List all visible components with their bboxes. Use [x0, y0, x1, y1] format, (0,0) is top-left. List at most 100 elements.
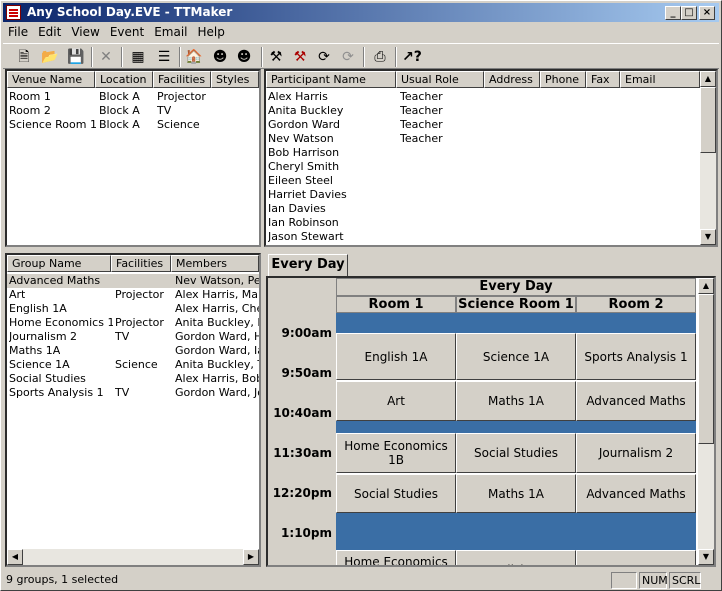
room-header[interactable]: Science Room 1: [456, 296, 576, 313]
group-row-selected[interactable]: Advanced Maths Nev Watson, Pete: [7, 274, 259, 288]
participant-row[interactable]: Ian Robinson: [266, 216, 700, 230]
new-file-icon[interactable]: 🗎: [13, 46, 35, 68]
groups-hscrollbar[interactable]: ◀ ▶: [7, 549, 259, 565]
class-slot[interactable]: Science 1A: [456, 333, 576, 380]
free-period: [336, 421, 696, 433]
participant-row[interactable]: Gordon Ward Teacher: [266, 118, 700, 132]
clear-tools-icon[interactable]: ⚒: [289, 46, 311, 68]
group-icon[interactable]: ☻: [233, 46, 255, 68]
delete-icon[interactable]: ✕: [95, 46, 117, 68]
participant-name: Eileen Steel: [268, 174, 333, 187]
class-slot[interactable]: Maths 1A: [456, 474, 576, 513]
scroll-down-icon[interactable]: ▼: [698, 549, 714, 565]
col-group-name[interactable]: Group Name: [7, 255, 111, 272]
room-header[interactable]: Room 1: [336, 296, 456, 313]
col-members[interactable]: Members: [171, 255, 259, 272]
col-fax[interactable]: Fax: [586, 71, 620, 88]
tab-every-day[interactable]: Every Day: [268, 254, 348, 276]
menu-help[interactable]: Help: [193, 23, 230, 42]
class-slot[interactable]: English 1A: [336, 333, 456, 380]
group-row[interactable]: Maths 1A Gordon Ward, Iar: [7, 344, 259, 358]
group-row[interactable]: Journalism 2 TV Gordon Ward, Ha: [7, 330, 259, 344]
group-facilities: Projector: [115, 316, 164, 329]
print-icon[interactable]: ⎙: [369, 46, 391, 68]
participants-scrollbar[interactable]: ▲ ▼: [700, 71, 716, 245]
participant-row[interactable]: Anita Buckley Teacher: [266, 104, 700, 118]
room-header[interactable]: Room 2: [576, 296, 696, 313]
timetable-grid-icon[interactable]: ▦: [127, 46, 149, 68]
participant-row[interactable]: Jason Stewart: [266, 230, 700, 244]
group-row[interactable]: English 1A Alex Harris, Chery: [7, 302, 259, 316]
scroll-up-icon[interactable]: ▲: [698, 278, 714, 294]
group-row[interactable]: Home Economics 1B Projector Anita Buckley,…: [7, 316, 259, 330]
venue-row[interactable]: Science Room 1 Block A Science: [7, 118, 259, 132]
col-participant-name[interactable]: Participant Name: [266, 71, 396, 88]
help-pointer-icon[interactable]: ↗?: [401, 46, 423, 68]
participant-row[interactable]: Cheryl Smith: [266, 160, 700, 174]
class-slot[interactable]: Home Economics 1B: [336, 433, 456, 473]
venue-icon[interactable]: 🏠: [183, 46, 205, 68]
scroll-thumb[interactable]: [698, 294, 714, 444]
class-slot[interactable]: Advanced Maths: [576, 381, 696, 421]
open-folder-icon[interactable]: 📂: [39, 46, 61, 68]
col-group-facilities[interactable]: Facilities: [111, 255, 171, 272]
scroll-up-icon[interactable]: ▲: [700, 71, 716, 87]
scroll-down-icon[interactable]: ▼: [700, 229, 716, 245]
class-slot[interactable]: Art: [336, 381, 456, 421]
maximize-button[interactable]: □: [681, 6, 697, 20]
class-slot[interactable]: Home Economics: [336, 550, 456, 565]
scroll-right-icon[interactable]: ▶: [243, 549, 259, 565]
col-styles[interactable]: Styles: [211, 71, 259, 88]
close-button[interactable]: ×: [699, 6, 715, 20]
col-email[interactable]: Email: [620, 71, 700, 88]
tools-icon[interactable]: ⚒: [265, 46, 287, 68]
participant-icon[interactable]: ☻: [209, 46, 231, 68]
participant-row[interactable]: Nev Watson Teacher: [266, 132, 700, 146]
participant-row[interactable]: Ian Davies: [266, 202, 700, 216]
class-slot[interactable]: Social Studies: [336, 474, 456, 513]
class-slot[interactable]: Maths 1A: [456, 381, 576, 421]
col-venue-name[interactable]: Venue Name: [7, 71, 95, 88]
col-facilities[interactable]: Facilities: [153, 71, 211, 88]
save-icon[interactable]: 💾: [65, 46, 87, 68]
participant-row[interactable]: Harriet Davies: [266, 188, 700, 202]
class-slot[interactable]: Social Studies: [456, 433, 576, 473]
status-bar: 9 groups, 1 selected NUM SCRL: [3, 571, 719, 590]
menu-event[interactable]: Event: [105, 23, 149, 42]
group-row[interactable]: Social Studies Alex Harris, Bob H: [7, 372, 259, 386]
participant-name: Nev Watson: [268, 132, 334, 145]
col-usual-role[interactable]: Usual Role: [396, 71, 484, 88]
menu-email[interactable]: Email: [149, 23, 192, 42]
menu-edit[interactable]: Edit: [33, 23, 66, 42]
group-row[interactable]: Sports Analysis 1 TV Gordon Ward, Joh: [7, 386, 259, 400]
col-address[interactable]: Address: [484, 71, 540, 88]
group-row[interactable]: Art Projector Alex Harris, Mary: [7, 288, 259, 302]
class-slot[interactable]: Advanced Maths: [576, 474, 696, 513]
list-view-icon[interactable]: ☰: [153, 46, 175, 68]
menu-view[interactable]: View: [66, 23, 104, 42]
class-slot[interactable]: Journalism 2: [576, 433, 696, 473]
col-location[interactable]: Location: [95, 71, 153, 88]
col-phone[interactable]: Phone: [540, 71, 586, 88]
class-slot[interactable]: Sports Analysis 1: [576, 333, 696, 380]
title-bar: Any School Day.EVE - TTMaker _ □ ×: [3, 3, 719, 22]
timetable-scrollbar[interactable]: ▲ ▼: [698, 278, 714, 565]
venue-row[interactable]: Room 2 Block A TV: [7, 104, 259, 118]
class-slot[interactable]: English 1A: [456, 550, 576, 565]
venue-row[interactable]: Room 1 Block A Projector: [7, 90, 259, 104]
group-members: Alex Harris, Chery: [175, 302, 259, 315]
participant-row[interactable]: Bob Harrison: [266, 146, 700, 160]
participant-name: Ian Davies: [268, 202, 326, 215]
menu-file[interactable]: File: [3, 23, 33, 42]
participant-row[interactable]: Alex Harris Teacher: [266, 90, 700, 104]
group-row[interactable]: Science 1A Science Anita Buckley, Tim: [7, 358, 259, 372]
auto-schedule-icon[interactable]: ⟳: [313, 46, 335, 68]
class-slot[interactable]: [576, 550, 696, 565]
participant-name: Harriet Davies: [268, 188, 347, 201]
minimize-button[interactable]: _: [665, 6, 681, 20]
scroll-left-icon[interactable]: ◀: [7, 549, 23, 565]
status-indicator: [611, 572, 637, 589]
reschedule-icon[interactable]: ⟳: [337, 46, 359, 68]
scroll-thumb[interactable]: [700, 87, 716, 153]
participant-row[interactable]: Eileen Steel: [266, 174, 700, 188]
